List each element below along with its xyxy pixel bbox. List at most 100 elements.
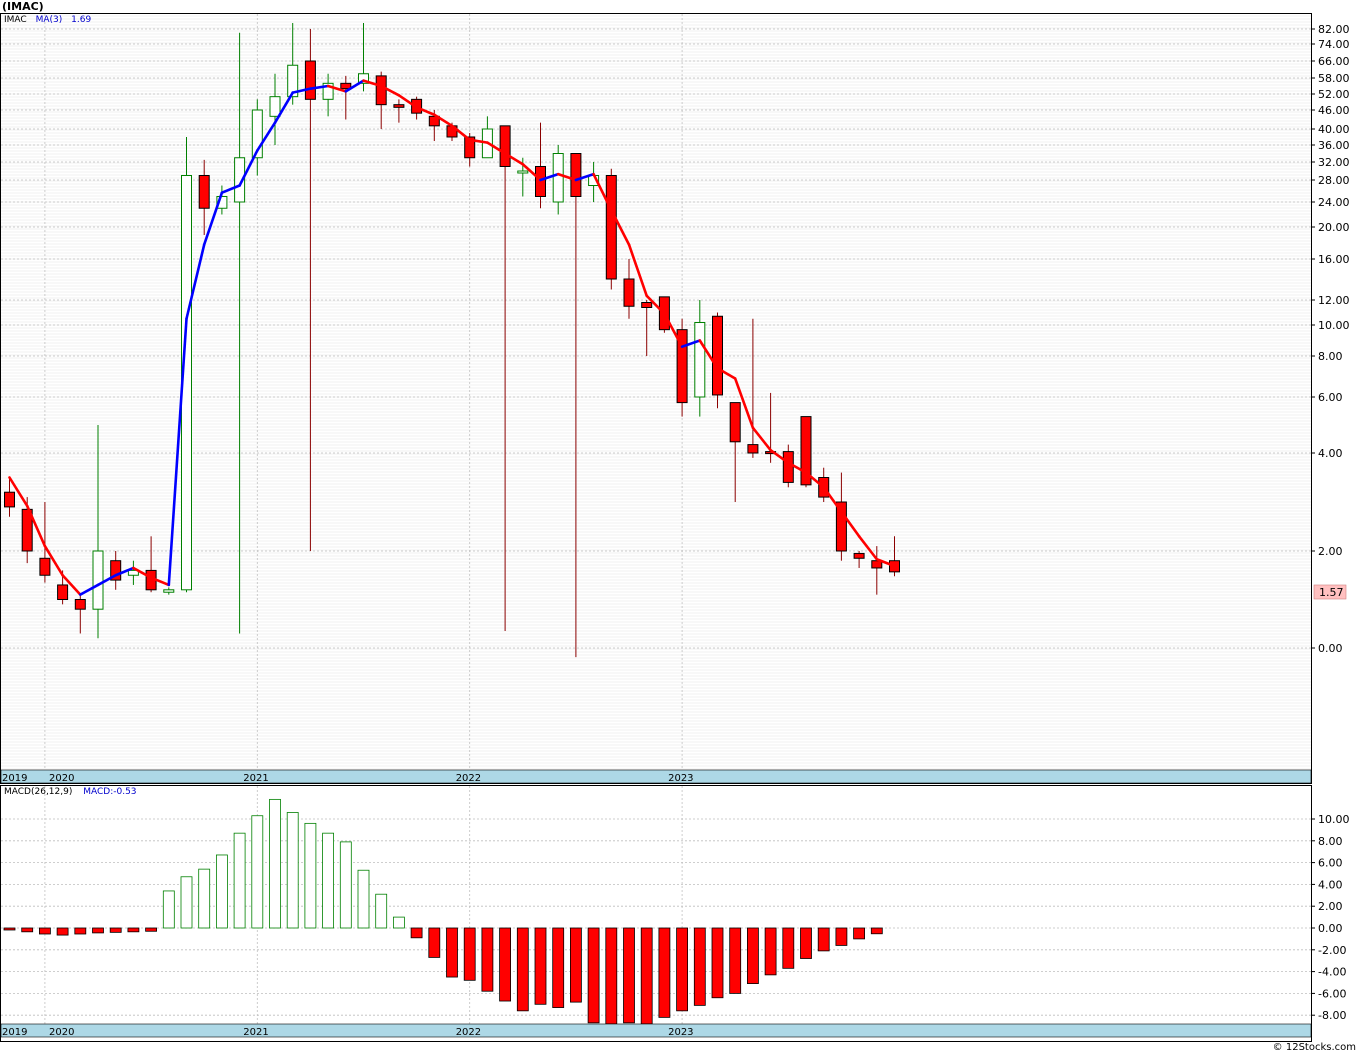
- macd-bar: [339, 841, 352, 929]
- last-price-text: 1.57: [1319, 586, 1344, 599]
- macd-bar: [180, 876, 193, 929]
- candle-body: [74, 599, 86, 610]
- date-band: [0, 1023, 1312, 1038]
- macd-bar: [870, 927, 883, 935]
- candle-body: [570, 153, 582, 197]
- macd-bar: [375, 893, 388, 929]
- price-tick-label: 4.00: [1318, 447, 1343, 460]
- legend-ma-label: MA(3): [35, 15, 63, 25]
- price-tick-label: 6.00: [1318, 391, 1343, 404]
- macd-bar: [676, 927, 688, 1012]
- year-label: 2023: [668, 1027, 693, 1038]
- price-tick-label: 66.00: [1318, 55, 1350, 68]
- legend-macd-value: MACD:-0.53: [83, 787, 137, 797]
- candle-body: [198, 175, 210, 209]
- macd-bar: [800, 927, 812, 959]
- macd-bar: [56, 927, 69, 936]
- macd-tick-label: -2.00: [1318, 944, 1346, 957]
- macd-bar: [3, 927, 16, 931]
- candle-body: [641, 302, 653, 308]
- macd-bar: [127, 927, 140, 933]
- candle-body: [92, 550, 104, 610]
- macd-bar: [853, 927, 865, 940]
- macd-bar: [817, 927, 830, 952]
- price-tick-label: 2.00: [1318, 545, 1343, 558]
- macd-panel-frame: [0, 785, 1312, 1042]
- macd-bar: [446, 927, 458, 978]
- price-tick-label: 0.00: [1318, 642, 1343, 655]
- macd-bar: [729, 927, 742, 994]
- macd-bar: [623, 927, 635, 1024]
- macd-bar: [711, 927, 724, 999]
- candle-body: [393, 104, 405, 108]
- candle-body: [304, 60, 316, 100]
- year-label: 2022: [456, 1027, 481, 1038]
- legend-macd-label: MACD(26,12,9): [4, 787, 73, 797]
- macd-date-band: 2019 2020 2021 2022 2023: [0, 1023, 1312, 1038]
- candle-body: [605, 175, 617, 280]
- price-tick-label: 16.00: [1318, 253, 1350, 266]
- macd-tick-label: 2.00: [1318, 900, 1343, 913]
- candle-body: [623, 278, 635, 307]
- candle-body: [853, 552, 865, 559]
- candle-body: [712, 315, 723, 396]
- candle-body: [375, 75, 387, 106]
- candle-body: [552, 153, 564, 203]
- year-label: 2019: [2, 773, 27, 784]
- macd-bar: [463, 927, 476, 981]
- candle-body: [835, 501, 847, 552]
- macd-bar: [251, 815, 264, 929]
- last-price-badge: 1.57: [1313, 584, 1347, 600]
- price-tick-label: 10.00: [1318, 319, 1350, 332]
- macd-tick-label: -6.00: [1318, 987, 1346, 1000]
- price-tick-label: 46.00: [1318, 104, 1350, 117]
- candle-body: [269, 96, 281, 117]
- chart-title: (IMAC): [2, 0, 44, 13]
- year-label: 2021: [243, 773, 268, 784]
- price-tick-label: 40.00: [1318, 123, 1350, 136]
- macd-y-axis: 10.00 8.00 6.00 4.00 2.00 0.00 -2.00 -4.00 -6.00…: [1311, 813, 1350, 1022]
- macd-bar: [835, 927, 848, 946]
- macd-bar: [499, 927, 512, 1002]
- date-band: [0, 769, 1312, 784]
- price-tick-label: 12.00: [1318, 294, 1350, 307]
- price-tick-label: 82.00: [1318, 23, 1350, 36]
- price-date-band: 2019 2020 2021 2022 2023: [0, 769, 1312, 784]
- candle-body: [163, 589, 175, 593]
- candle-body: [57, 584, 69, 601]
- macd-bar: [428, 927, 441, 958]
- candle-body: [782, 451, 794, 483]
- price-tick-label: 52.00: [1318, 88, 1350, 101]
- price-tick-label: 58.00: [1318, 72, 1350, 85]
- macd-bar: [516, 927, 529, 1012]
- macd-bar: [21, 927, 34, 933]
- macd-bar: [552, 927, 565, 1008]
- price-tick-label: 24.00: [1318, 196, 1350, 209]
- macd-bar: [764, 927, 777, 976]
- macd-bar: [570, 927, 582, 1003]
- macd-bar: [304, 822, 317, 929]
- macd-tick-label: 8.00: [1318, 835, 1343, 848]
- price-tick-label: 36.00: [1318, 139, 1350, 152]
- price-tick-label: 20.00: [1318, 221, 1350, 234]
- macd-bar: [145, 927, 158, 932]
- macd-bar: [109, 927, 122, 933]
- macd-bar: [693, 927, 706, 1006]
- year-label: 2022: [456, 773, 481, 784]
- macd-bar: [587, 927, 600, 1024]
- year-label: 2020: [49, 773, 74, 784]
- macd-bar: [640, 927, 653, 1025]
- price-y-axis: 82.00 74.00 66.00 58.00 52.00 46.00 40.00 36.00…: [1311, 23, 1350, 655]
- macd-bar: [74, 927, 87, 935]
- price-tick-label: 8.00: [1318, 350, 1343, 363]
- macd-bar: [605, 927, 618, 1025]
- macd-bar: [782, 927, 795, 969]
- price-tick-label: 74.00: [1318, 38, 1350, 51]
- year-label: 2023: [668, 773, 693, 784]
- candle-body: [39, 557, 51, 576]
- macd-bar: [198, 868, 211, 929]
- year-label: 2019: [2, 1027, 27, 1038]
- macd-bar: [658, 927, 671, 1018]
- year-label: 2020: [49, 1027, 74, 1038]
- price-tick-label: 32.00: [1318, 156, 1350, 169]
